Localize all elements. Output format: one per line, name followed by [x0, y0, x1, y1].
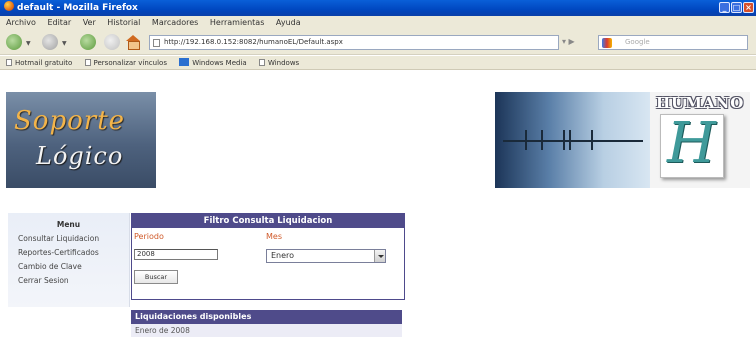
- navigation-toolbar: ▼ ▼ http://192.168.0.152:8082/humanoEL/D…: [0, 30, 756, 55]
- menu-title: Menu: [56, 220, 81, 229]
- page-icon: [6, 59, 12, 66]
- bookmark-hotmail[interactable]: Hotmail gratuito: [6, 56, 72, 70]
- page-icon: [84, 59, 91, 66]
- bookmark-label: Windows: [267, 59, 300, 67]
- menu-ayuda[interactable]: Ayuda: [276, 18, 301, 27]
- title-bar: default - Mozilla Firefox _ □ ×: [0, 0, 756, 16]
- humano-h-mark: H: [660, 111, 724, 178]
- menu-item-cerrar-sesion[interactable]: Cerrar Sesion: [8, 276, 129, 285]
- result-row[interactable]: Enero de 2008: [131, 324, 402, 337]
- maximize-button[interactable]: □: [731, 2, 742, 13]
- bookmark-windows-media[interactable]: Windows Media: [179, 56, 247, 70]
- buscar-button[interactable]: Buscar: [134, 270, 178, 284]
- menu-historial[interactable]: Historial: [107, 18, 140, 27]
- page-banner: Soporte Lógico HUMANO H: [6, 92, 750, 188]
- url-bar[interactable]: http://192.168.0.152:8082/humanoEL/Defau…: [149, 35, 559, 50]
- reload-button[interactable]: [80, 34, 96, 50]
- filter-title: Filtro Consulta Liquidacion: [132, 214, 404, 228]
- periodo-label: Periodo: [134, 232, 164, 241]
- go-controls[interactable]: ▾ ▶: [562, 37, 575, 46]
- stop-button[interactable]: [104, 34, 120, 50]
- banner-line: [503, 140, 643, 142]
- back-dropdown-icon[interactable]: ▼: [26, 40, 31, 47]
- browser-window: default - Mozilla Firefox _ □ × Archivo …: [0, 0, 756, 339]
- minimize-button[interactable]: _: [719, 2, 730, 13]
- humano-title: HUMANO: [656, 94, 745, 112]
- menu-herramientas[interactable]: Herramientas: [210, 18, 265, 27]
- bookmarks-bar: Hotmail gratuito Personalizar vínculos W…: [0, 56, 756, 70]
- search-placeholder: Google: [625, 38, 650, 46]
- menu-item-consultar-liquidacion[interactable]: Consultar Liquidacion: [8, 234, 129, 243]
- results-header: Liquidaciones disponibles: [131, 310, 402, 324]
- menu-item-reportes-certificados[interactable]: Reportes-Certificados: [8, 248, 129, 257]
- bookmark-label: Personalizar vínculos: [93, 59, 167, 67]
- chevron-down-icon[interactable]: [374, 250, 385, 262]
- google-icon[interactable]: [602, 38, 612, 48]
- home-button[interactable]: [126, 35, 140, 50]
- logo-line-1: Soporte: [14, 106, 126, 136]
- humano-h-glyph: H: [667, 111, 716, 176]
- periodo-input[interactable]: 2008: [134, 249, 218, 260]
- page-icon: [153, 39, 160, 47]
- page-icon: [258, 59, 265, 66]
- mes-selected-value: Enero: [271, 251, 295, 260]
- close-button[interactable]: ×: [743, 2, 754, 13]
- menu-marcadores[interactable]: Marcadores: [152, 18, 198, 27]
- bookmark-label: Hotmail gratuito: [15, 59, 73, 67]
- url-text: http://192.168.0.152:8082/humanoEL/Defau…: [164, 38, 343, 46]
- banner-image: [495, 92, 650, 188]
- bookmark-label: Windows Media: [192, 59, 247, 67]
- bookmark-windows[interactable]: Windows: [258, 56, 300, 70]
- logo-line-2: Lógico: [36, 142, 124, 170]
- menu-editar[interactable]: Editar: [47, 18, 71, 27]
- bookmark-personalizar[interactable]: Personalizar vínculos: [84, 56, 167, 70]
- windows-media-icon: [179, 58, 190, 66]
- back-button[interactable]: [6, 34, 22, 50]
- forward-dropdown-icon[interactable]: ▼: [62, 40, 67, 47]
- firefox-icon: [4, 1, 14, 11]
- banner-tick: [541, 130, 543, 150]
- filter-panel: Filtro Consulta Liquidacion Periodo Mes …: [131, 213, 405, 300]
- forward-button[interactable]: [42, 34, 58, 50]
- banner-tick: [591, 130, 593, 150]
- menu-ver[interactable]: Ver: [83, 18, 96, 27]
- banner-tick: [563, 130, 565, 150]
- humano-logo: HUMANO H: [650, 92, 750, 188]
- window-controls: _ □ ×: [719, 2, 754, 13]
- soporte-logico-logo: Soporte Lógico: [6, 92, 156, 188]
- window-title: default - Mozilla Firefox: [17, 3, 138, 13]
- menu-archivo[interactable]: Archivo: [6, 18, 36, 27]
- menu-bar: Archivo Editar Ver Historial Marcadores …: [0, 16, 756, 30]
- results-panel: Liquidaciones disponibles Enero de 2008: [131, 310, 402, 338]
- banner-tick: [525, 130, 527, 150]
- mes-select[interactable]: Enero: [266, 249, 386, 263]
- menu-item-cambio-de-clave[interactable]: Cambio de Clave: [8, 262, 129, 271]
- mes-label: Mes: [266, 232, 282, 241]
- search-input[interactable]: Google: [598, 35, 748, 50]
- banner-tick: [569, 130, 571, 150]
- left-menu: Menu Consultar Liquidacion Reportes-Cert…: [8, 213, 130, 307]
